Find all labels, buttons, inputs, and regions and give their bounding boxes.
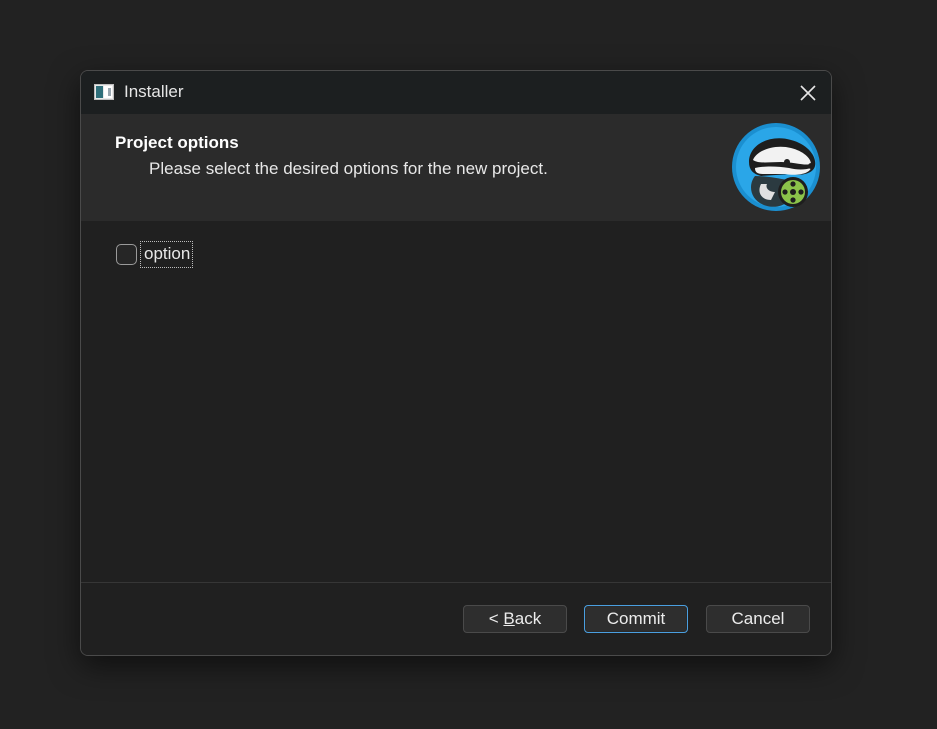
commit-button[interactable]: Commit <box>584 605 688 633</box>
page-subtitle: Please select the desired options for th… <box>149 159 548 178</box>
installer-window: Installer Project options Please select … <box>80 70 832 656</box>
page-title: Project options <box>115 133 239 152</box>
window-title: Installer <box>124 82 184 101</box>
close-button[interactable] <box>785 71 831 114</box>
wizard-footer: < Back Commit Cancel <box>81 583 831 655</box>
wizard-header: Project options Please select the desire… <box>81 114 831 221</box>
badger-film-reel-logo <box>732 123 820 211</box>
close-icon <box>800 84 816 101</box>
option-label[interactable]: option <box>140 241 194 268</box>
back-rest: ack <box>514 609 542 628</box>
options-panel: option <box>81 221 831 582</box>
title-bar[interactable]: Installer <box>81 71 831 114</box>
back-mnemonic: B <box>503 609 515 628</box>
back-button[interactable]: < Back <box>463 605 567 633</box>
option-checkbox-row[interactable]: option <box>116 241 194 268</box>
desktop: Installer Project options Please select … <box>0 0 937 729</box>
option-checkbox[interactable] <box>116 244 137 265</box>
back-prefix: < <box>488 609 504 628</box>
installer-app-icon <box>94 84 114 100</box>
cancel-button[interactable]: Cancel <box>706 605 810 633</box>
